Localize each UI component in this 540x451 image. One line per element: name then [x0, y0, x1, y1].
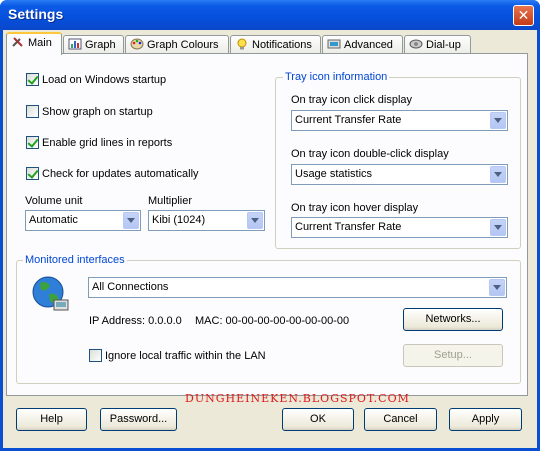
multiplier-select[interactable]: Kibi (1024) [148, 210, 265, 231]
tab-label: Graph [85, 39, 116, 51]
window-title: Settings [8, 6, 64, 22]
tools-icon [12, 37, 23, 47]
chevron-down-icon[interactable] [490, 166, 506, 183]
tab-label: Advanced [344, 39, 393, 51]
dialup-icon [409, 39, 423, 49]
tab-label: Main [28, 37, 52, 49]
tray-hover-label: On tray icon hover display [291, 202, 419, 214]
check-updates-checkbox[interactable] [26, 167, 39, 180]
bulb-icon [237, 38, 247, 50]
tab-notifications[interactable]: Notifications [230, 35, 321, 54]
tab-advanced[interactable]: Advanced [322, 35, 403, 54]
tray-click-label: On tray icon click display [291, 94, 413, 106]
load-on-startup-option[interactable]: Load on Windows startup [26, 73, 166, 86]
load-on-startup-checkbox[interactable] [26, 73, 39, 86]
checkbox-label: Ignore local traffic within the LAN [105, 350, 266, 362]
chevron-down-icon[interactable] [247, 212, 263, 229]
tab-label: Notifications [252, 39, 312, 51]
apply-button[interactable]: Apply [449, 408, 522, 431]
chevron-down-icon[interactable] [123, 212, 139, 229]
help-button[interactable]: Help [16, 408, 87, 431]
tab-dial-up[interactable]: Dial-up [404, 35, 471, 54]
mac-address-text: MAC: 00-00-00-00-00-00-00-00 [195, 315, 350, 327]
tray-dblclick-select[interactable]: Usage statistics [291, 164, 508, 185]
multiplier-label: Multiplier [148, 195, 193, 207]
palette-icon [130, 38, 144, 50]
close-icon: ✕ [517, 7, 530, 23]
interface-value: All Connections [92, 281, 169, 293]
dialog-body: Main Graph Graph Colours Notifications A… [3, 30, 537, 448]
tray-dblclick-value: Usage statistics [295, 168, 373, 180]
ok-button[interactable]: OK [282, 408, 354, 431]
volume-unit-value: Automatic [29, 214, 78, 226]
close-button[interactable]: ✕ [513, 5, 534, 26]
chevron-down-icon[interactable] [489, 279, 505, 296]
volume-unit-label: Volume unit [25, 195, 83, 207]
checkbox-label: Show graph on startup [42, 106, 153, 118]
checkbox-label: Check for updates automatically [42, 168, 199, 180]
checkbox-label: Load on Windows startup [42, 74, 167, 86]
ignore-lan-checkbox[interactable] [89, 349, 102, 362]
tray-hover-value: Current Transfer Rate [295, 221, 402, 233]
multiplier-value: Kibi (1024) [152, 214, 206, 226]
title-bar[interactable]: Settings ✕ [0, 0, 540, 30]
advanced-icon [327, 39, 341, 49]
tab-label: Dial-up [426, 39, 461, 51]
grid-lines-checkbox[interactable] [26, 136, 39, 149]
chevron-down-icon[interactable] [490, 112, 506, 129]
tray-click-value: Current Transfer Rate [295, 114, 402, 126]
tab-graph-colours[interactable]: Graph Colours [125, 35, 229, 54]
volume-unit-select[interactable]: Automatic [25, 210, 141, 231]
grid-lines-option[interactable]: Enable grid lines in reports [26, 136, 172, 149]
settings-window: Settings ✕ Main Graph Graph Colours Noti… [0, 0, 540, 451]
ignore-lan-option[interactable]: Ignore local traffic within the LAN [89, 349, 266, 362]
checkbox-label: Enable grid lines in reports [42, 137, 173, 149]
setup-button[interactable]: Setup... [403, 344, 503, 367]
tab-graph[interactable]: Graph [63, 35, 124, 54]
networks-button[interactable]: Networks... [403, 308, 503, 331]
monitored-group-title: Monitored interfaces [23, 254, 127, 266]
tray-click-select[interactable]: Current Transfer Rate [291, 110, 508, 131]
tray-hover-select[interactable]: Current Transfer Rate [291, 217, 508, 238]
tab-label: Graph Colours [147, 39, 219, 51]
main-tab-panel: Load on Windows startup Show graph on st… [6, 53, 528, 405]
show-graph-checkbox[interactable] [26, 105, 39, 118]
graph-icon [68, 38, 82, 50]
watermark-text: DUNGHEINEKEN.BLOGSPOT.COM [185, 392, 410, 405]
ip-address-text: IP Address: 0.0.0.0 [89, 315, 182, 327]
password-button[interactable]: Password... [100, 408, 177, 431]
show-graph-option[interactable]: Show graph on startup [26, 105, 153, 118]
tray-dblclick-label: On tray icon double-click display [291, 148, 449, 160]
check-updates-option[interactable]: Check for updates automatically [26, 167, 199, 180]
network-globe-icon [32, 276, 69, 311]
cancel-button[interactable]: Cancel [364, 408, 437, 431]
tab-main[interactable]: Main [6, 32, 62, 55]
interface-select[interactable]: All Connections [88, 277, 507, 298]
tray-group-title: Tray icon information [283, 71, 390, 83]
chevron-down-icon[interactable] [490, 219, 506, 236]
